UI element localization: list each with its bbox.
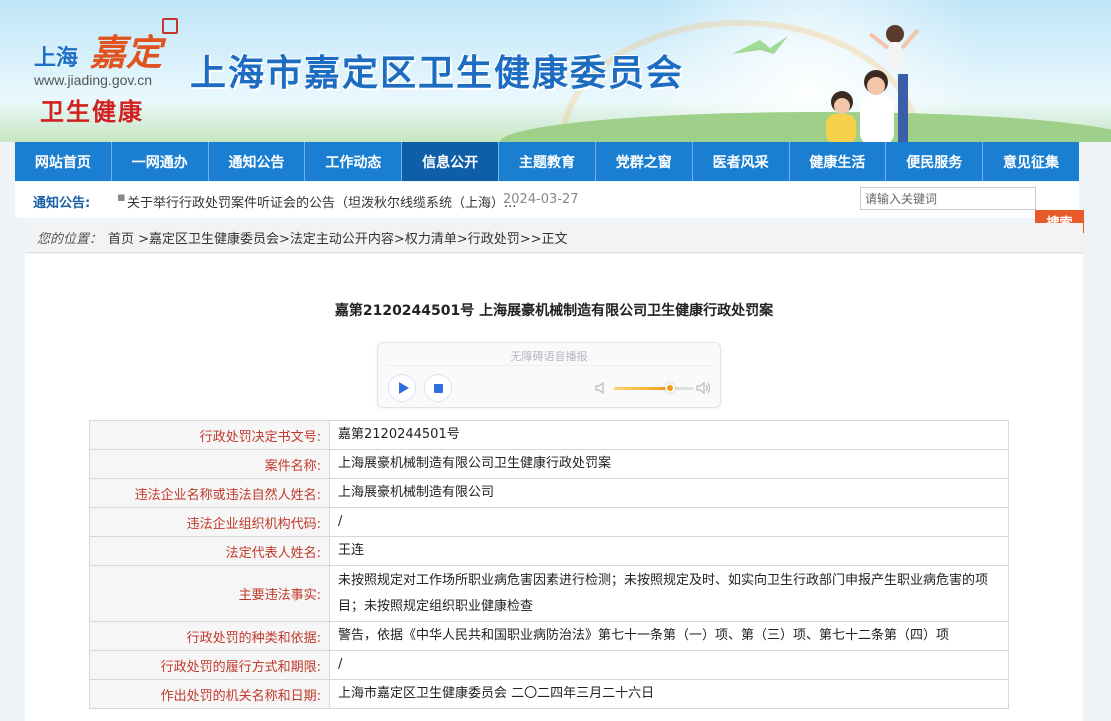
field-value: 警告，依据《中华人民共和国职业病防治法》第七十一条第（一）项、第（三）项、第七十… — [329, 621, 1009, 651]
nav-item-healthy-life[interactable]: 健康生活 — [790, 142, 887, 181]
site-title: 上海市嘉定区卫生健康委员会 — [190, 53, 685, 94]
field-value: / — [329, 507, 1009, 537]
search-input[interactable] — [860, 187, 1036, 210]
table-row: 法定代表人姓名: 王连 — [89, 536, 1009, 566]
main-content: 嘉第2120244501号 上海展豪机械制造有限公司卫生健康行政处罚案 无障碍语… — [25, 254, 1083, 721]
table-row: 行政处罚的种类和依据: 警告，依据《中华人民共和国职业病防治法》第七十一条第（一）… — [89, 621, 1009, 651]
table-row: 作出处罚的机关名称和日期: 上海市嘉定区卫生健康委员会 二〇二四年三月二十六日 — [89, 679, 1009, 709]
volume-low-icon[interactable] — [594, 381, 608, 395]
field-value: 上海市嘉定区卫生健康委员会 二〇二四年三月二十六日 — [329, 679, 1009, 709]
table-row: 主要违法事实: 未按照规定对工作场所职业病危害因素进行检测；未按照规定及时、如实向… — [89, 565, 1009, 622]
penalty-info-table: 行政处罚决定书文号: 嘉第2120244501号 案件名称: 上海展豪机械制造有限公司… — [89, 420, 1009, 709]
field-label: 案件名称: — [89, 449, 330, 479]
logo-jiading: 嘉定 — [90, 32, 163, 74]
field-label: 法定代表人姓名: — [89, 536, 330, 566]
field-label: 作出处罚的机关名称和日期: — [89, 679, 330, 709]
field-value: / — [329, 650, 1009, 680]
field-value: 上海展豪机械制造有限公司 — [329, 478, 1009, 508]
site-logo[interactable]: 上海 嘉定 www.jiading.gov.cn 卫生健康 — [24, 10, 184, 128]
volume-knob[interactable] — [665, 383, 675, 393]
logo-health: 卫生健康 — [40, 98, 144, 126]
field-value: 嘉第2120244501号 — [329, 420, 1009, 450]
nav-item-home[interactable]: 网站首页 — [15, 142, 112, 181]
logo-seal-icon — [162, 18, 178, 34]
field-value: 上海展豪机械制造有限公司卫生健康行政处罚案 — [329, 449, 1009, 479]
field-label: 行政处罚决定书文号: — [89, 420, 330, 450]
field-label: 主要违法事实: — [89, 565, 330, 622]
nav-item-party-window[interactable]: 党群之窗 — [596, 142, 693, 181]
player-caption: 无障碍语音播报 — [510, 350, 588, 363]
notice-link[interactable]: 关于举行行政处罚案件听证会的公告（坦泼秋尔线缆系统（上海）... — [127, 192, 516, 211]
breadcrumb: 您的位置： 首页 >嘉定区卫生健康委员会>法定主动公开内容>权力清单>行政处罚>… — [25, 223, 1083, 253]
field-label: 行政处罚的种类和依据: — [89, 621, 330, 651]
table-row: 行政处罚决定书文号: 嘉第2120244501号 — [89, 420, 1009, 450]
main-nav: 网站首页 一网通办 通知公告 工作动态 信息公开 主题教育 党群之窗 医者风采 … — [15, 142, 1079, 181]
nav-item-services[interactable]: 便民服务 — [886, 142, 984, 181]
player-divider — [386, 365, 714, 366]
play-icon — [398, 382, 409, 394]
family-illustration-icon — [826, 25, 920, 142]
breadcrumb-label: 您的位置： — [37, 232, 103, 247]
logo-shanghai: 上海 — [34, 46, 79, 71]
nav-item-feedback[interactable]: 意见征集 — [983, 142, 1079, 181]
field-label: 违法企业组织机构代码: — [89, 507, 330, 537]
play-button[interactable] — [388, 374, 416, 402]
nav-item-one-net[interactable]: 一网通办 — [112, 142, 209, 181]
audio-player: 无障碍语音播报 — [377, 342, 721, 408]
field-label: 行政处罚的履行方式和期限: — [89, 650, 330, 680]
logo-url: www.jiading.gov.cn — [34, 72, 153, 88]
nav-item-work-news[interactable]: 工作动态 — [305, 142, 403, 181]
breadcrumb-path[interactable]: 首页 >嘉定区卫生健康委员会>法定主动公开内容>权力清单>行政处罚>>正文 — [108, 228, 568, 247]
table-row: 案件名称: 上海展豪机械制造有限公司卫生健康行政处罚案 — [89, 449, 1009, 479]
nav-item-notices[interactable]: 通知公告 — [209, 142, 306, 181]
field-value: 王连 — [329, 536, 1009, 566]
nav-item-doctors[interactable]: 医者风采 — [693, 142, 790, 181]
table-row: 行政处罚的履行方式和期限: / — [89, 650, 1009, 680]
notice-bar: 通知公告: ▪ 关于举行行政处罚案件听证会的公告（坦泼秋尔线缆系统（上海）...… — [15, 182, 1079, 218]
table-row: 违法企业组织机构代码: / — [89, 507, 1009, 537]
table-row: 违法企业名称或违法自然人姓名: 上海展豪机械制造有限公司 — [89, 478, 1009, 508]
nav-item-theme-education[interactable]: 主题教育 — [499, 142, 596, 181]
volume-slider[interactable] — [614, 383, 694, 393]
article-title: 嘉第2120244501号 上海展豪机械制造有限公司卫生健康行政处罚案 — [334, 303, 774, 319]
notice-date: 2024-03-27 — [503, 192, 579, 207]
field-label: 违法企业名称或违法自然人姓名: — [89, 478, 330, 508]
volume-fill — [614, 387, 670, 390]
paper-crane-icon — [732, 36, 788, 54]
stop-button[interactable] — [424, 374, 452, 402]
stop-icon — [433, 383, 443, 393]
notice-bullet-icon: ▪ — [117, 190, 126, 205]
header-banner: 上海 嘉定 www.jiading.gov.cn 卫生健康 上海市嘉定区卫生健康… — [0, 0, 1111, 142]
nav-item-info-disclosure[interactable]: 信息公开 — [402, 142, 500, 181]
volume-high-icon[interactable] — [696, 380, 712, 396]
notice-label: 通知公告: — [33, 196, 91, 211]
field-value: 未按照规定对工作场所职业病危害因素进行检测；未按照规定及时、如实向卫生行政部门申… — [329, 565, 1009, 622]
